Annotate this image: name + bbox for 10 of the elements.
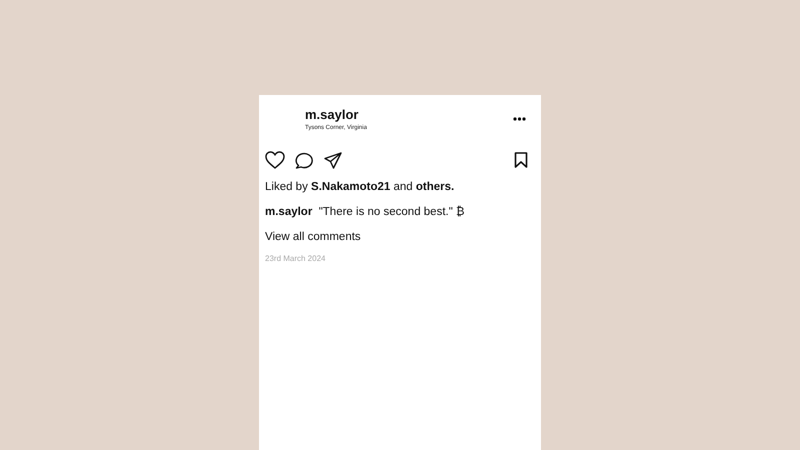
- heart-icon[interactable]: [265, 151, 285, 169]
- bookmark-icon[interactable]: [514, 152, 528, 168]
- send-icon[interactable]: [324, 152, 342, 168]
- comment-icon[interactable]: [295, 151, 314, 169]
- more-icon[interactable]: [513, 117, 526, 121]
- likes-text: Liked by S.Nakamoto21 and others.: [265, 181, 456, 193]
- username[interactable]: m.saylor: [305, 107, 513, 122]
- caption-text: m.saylor "There is no second best." ₿: [265, 206, 466, 218]
- view-comments-link[interactable]: View all comments: [265, 231, 534, 243]
- post-date: 23rd March 2024: [265, 254, 326, 263]
